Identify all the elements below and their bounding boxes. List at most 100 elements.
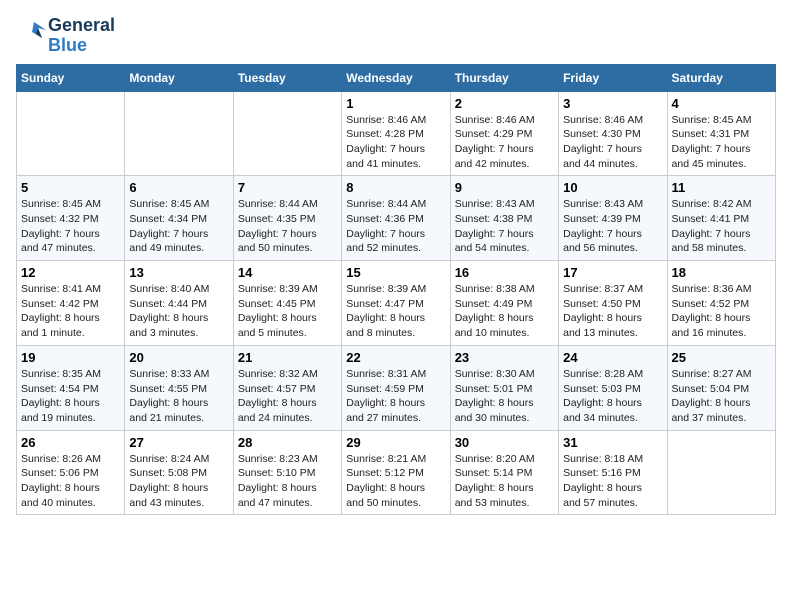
day-content: Sunrise: 8:30 AM Sunset: 5:01 PM Dayligh…	[455, 367, 554, 426]
calendar-cell: 12 Sunrise: 8:41 AM Sunset: 4:42 PM Dayli…	[17, 261, 125, 346]
logo: General Blue	[16, 16, 115, 56]
day-content: Sunrise: 8:46 AM Sunset: 4:30 PM Dayligh…	[563, 113, 662, 172]
day-content: Sunrise: 8:24 AM Sunset: 5:08 PM Dayligh…	[129, 452, 228, 511]
day-content: Sunrise: 8:39 AM Sunset: 4:47 PM Dayligh…	[346, 282, 445, 341]
day-number: 2	[455, 96, 554, 111]
calendar-cell	[233, 91, 341, 176]
calendar-cell: 9Sunrise: 8:43 AM Sunset: 4:38 PM Daylig…	[450, 176, 558, 261]
calendar-cell: 20 Sunrise: 8:33 AM Sunset: 4:55 PM Dayli…	[125, 345, 233, 430]
day-number: 8	[346, 180, 445, 195]
day-content: Sunrise: 8:45 AM Sunset: 4:31 PM Dayligh…	[672, 113, 771, 172]
day-number: 16	[455, 265, 554, 280]
day-number: 25	[672, 350, 771, 365]
calendar-cell: 6 Sunrise: 8:45 AM Sunset: 4:34 PM Daylig…	[125, 176, 233, 261]
calendar-cell: 19Sunrise: 8:35 AM Sunset: 4:54 PM Dayli…	[17, 345, 125, 430]
calendar-header: SundayMondayTuesdayWednesdayThursdayFrid…	[17, 64, 776, 91]
calendar-cell: 17 Sunrise: 8:37 AM Sunset: 4:50 PM Dayli…	[559, 261, 667, 346]
weekday-header: Friday	[559, 64, 667, 91]
day-number: 19	[21, 350, 120, 365]
day-number: 30	[455, 435, 554, 450]
calendar-cell: 4 Sunrise: 8:45 AM Sunset: 4:31 PM Daylig…	[667, 91, 775, 176]
calendar-cell: 24 Sunrise: 8:28 AM Sunset: 5:03 PM Dayli…	[559, 345, 667, 430]
day-content: Sunrise: 8:33 AM Sunset: 4:55 PM Dayligh…	[129, 367, 228, 426]
calendar-week: 12 Sunrise: 8:41 AM Sunset: 4:42 PM Dayli…	[17, 261, 776, 346]
calendar-cell	[17, 91, 125, 176]
day-content: Sunrise: 8:44 AM Sunset: 4:35 PM Dayligh…	[238, 197, 337, 256]
day-number: 6	[129, 180, 228, 195]
logo-bird-icon	[16, 18, 46, 54]
day-content: Sunrise: 8:42 AM Sunset: 4:41 PM Dayligh…	[672, 197, 771, 256]
day-content: Sunrise: 8:46 AM Sunset: 4:28 PM Dayligh…	[346, 113, 445, 172]
calendar-cell: 28 Sunrise: 8:23 AM Sunset: 5:10 PM Dayli…	[233, 430, 341, 515]
calendar-cell: 13 Sunrise: 8:40 AM Sunset: 4:44 PM Dayli…	[125, 261, 233, 346]
calendar-cell	[125, 91, 233, 176]
calendar-week: 26 Sunrise: 8:26 AM Sunset: 5:06 PM Dayli…	[17, 430, 776, 515]
calendar-cell: 15 Sunrise: 8:39 AM Sunset: 4:47 PM Dayli…	[342, 261, 450, 346]
calendar-cell: 21 Sunrise: 8:32 AM Sunset: 4:57 PM Dayli…	[233, 345, 341, 430]
day-number: 20	[129, 350, 228, 365]
calendar-cell: 7 Sunrise: 8:44 AM Sunset: 4:35 PM Daylig…	[233, 176, 341, 261]
weekday-header: Saturday	[667, 64, 775, 91]
weekday-header: Sunday	[17, 64, 125, 91]
calendar-cell: 14Sunrise: 8:39 AM Sunset: 4:45 PM Dayli…	[233, 261, 341, 346]
day-content: Sunrise: 8:37 AM Sunset: 4:50 PM Dayligh…	[563, 282, 662, 341]
day-number: 24	[563, 350, 662, 365]
calendar-cell: 25 Sunrise: 8:27 AM Sunset: 5:04 PM Dayli…	[667, 345, 775, 430]
weekday-header: Tuesday	[233, 64, 341, 91]
day-number: 28	[238, 435, 337, 450]
calendar-cell: 3 Sunrise: 8:46 AM Sunset: 4:30 PM Daylig…	[559, 91, 667, 176]
calendar-cell: 23Sunrise: 8:30 AM Sunset: 5:01 PM Dayli…	[450, 345, 558, 430]
day-content: Sunrise: 8:21 AM Sunset: 5:12 PM Dayligh…	[346, 452, 445, 511]
day-content: Sunrise: 8:45 AM Sunset: 4:32 PM Dayligh…	[21, 197, 120, 256]
day-content: Sunrise: 8:32 AM Sunset: 4:57 PM Dayligh…	[238, 367, 337, 426]
calendar-cell: 11 Sunrise: 8:42 AM Sunset: 4:41 PM Dayli…	[667, 176, 775, 261]
calendar-cell: 10Sunrise: 8:43 AM Sunset: 4:39 PM Dayli…	[559, 176, 667, 261]
weekday-header: Wednesday	[342, 64, 450, 91]
day-content: Sunrise: 8:27 AM Sunset: 5:04 PM Dayligh…	[672, 367, 771, 426]
calendar-cell: 5 Sunrise: 8:45 AM Sunset: 4:32 PM Daylig…	[17, 176, 125, 261]
day-content: Sunrise: 8:20 AM Sunset: 5:14 PM Dayligh…	[455, 452, 554, 511]
calendar-cell: 31 Sunrise: 8:18 AM Sunset: 5:16 PM Dayli…	[559, 430, 667, 515]
day-content: Sunrise: 8:43 AM Sunset: 4:39 PM Dayligh…	[563, 197, 662, 256]
day-number: 4	[672, 96, 771, 111]
day-content: Sunrise: 8:26 AM Sunset: 5:06 PM Dayligh…	[21, 452, 120, 511]
day-number: 15	[346, 265, 445, 280]
day-content: Sunrise: 8:31 AM Sunset: 4:59 PM Dayligh…	[346, 367, 445, 426]
day-content: Sunrise: 8:28 AM Sunset: 5:03 PM Dayligh…	[563, 367, 662, 426]
day-number: 14	[238, 265, 337, 280]
day-number: 11	[672, 180, 771, 195]
day-content: Sunrise: 8:23 AM Sunset: 5:10 PM Dayligh…	[238, 452, 337, 511]
calendar-week: 5 Sunrise: 8:45 AM Sunset: 4:32 PM Daylig…	[17, 176, 776, 261]
day-content: Sunrise: 8:41 AM Sunset: 4:42 PM Dayligh…	[21, 282, 120, 341]
day-number: 17	[563, 265, 662, 280]
day-content: Sunrise: 8:18 AM Sunset: 5:16 PM Dayligh…	[563, 452, 662, 511]
calendar-cell: 2 Sunrise: 8:46 AM Sunset: 4:29 PM Daylig…	[450, 91, 558, 176]
day-number: 21	[238, 350, 337, 365]
day-number: 7	[238, 180, 337, 195]
day-content: Sunrise: 8:45 AM Sunset: 4:34 PM Dayligh…	[129, 197, 228, 256]
day-content: Sunrise: 8:44 AM Sunset: 4:36 PM Dayligh…	[346, 197, 445, 256]
day-content: Sunrise: 8:40 AM Sunset: 4:44 PM Dayligh…	[129, 282, 228, 341]
day-number: 31	[563, 435, 662, 450]
calendar-cell: 8 Sunrise: 8:44 AM Sunset: 4:36 PM Daylig…	[342, 176, 450, 261]
day-number: 3	[563, 96, 662, 111]
day-number: 13	[129, 265, 228, 280]
day-number: 5	[21, 180, 120, 195]
day-content: Sunrise: 8:43 AM Sunset: 4:38 PM Dayligh…	[455, 197, 554, 256]
day-content: Sunrise: 8:36 AM Sunset: 4:52 PM Dayligh…	[672, 282, 771, 341]
calendar-cell: 26 Sunrise: 8:26 AM Sunset: 5:06 PM Dayli…	[17, 430, 125, 515]
day-content: Sunrise: 8:46 AM Sunset: 4:29 PM Dayligh…	[455, 113, 554, 172]
calendar-cell: 30 Sunrise: 8:20 AM Sunset: 5:14 PM Dayli…	[450, 430, 558, 515]
calendar-week: 1Sunrise: 8:46 AM Sunset: 4:28 PM Daylig…	[17, 91, 776, 176]
calendar-cell: 16 Sunrise: 8:38 AM Sunset: 4:49 PM Dayli…	[450, 261, 558, 346]
weekday-header: Thursday	[450, 64, 558, 91]
day-number: 12	[21, 265, 120, 280]
page-header: General Blue	[16, 16, 776, 56]
day-number: 22	[346, 350, 445, 365]
day-number: 27	[129, 435, 228, 450]
day-content: Sunrise: 8:38 AM Sunset: 4:49 PM Dayligh…	[455, 282, 554, 341]
calendar-cell: 29Sunrise: 8:21 AM Sunset: 5:12 PM Dayli…	[342, 430, 450, 515]
calendar-cell: 27 Sunrise: 8:24 AM Sunset: 5:08 PM Dayli…	[125, 430, 233, 515]
calendar-cell: 22 Sunrise: 8:31 AM Sunset: 4:59 PM Dayli…	[342, 345, 450, 430]
day-number: 26	[21, 435, 120, 450]
